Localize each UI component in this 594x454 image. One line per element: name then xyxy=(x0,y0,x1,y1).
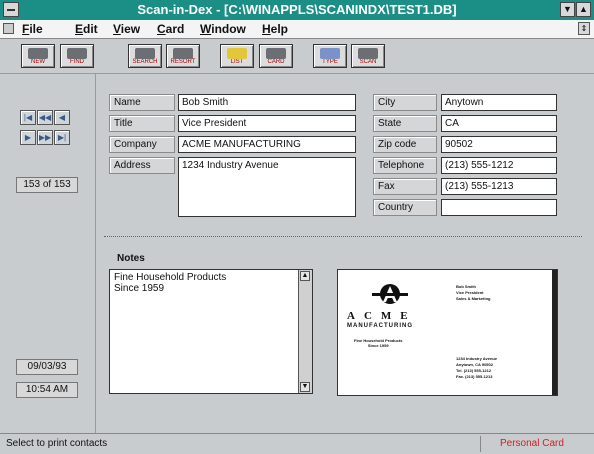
scanner-icon xyxy=(358,48,378,59)
previous-page-button[interactable]: ◀◀ xyxy=(37,110,53,125)
menu-help[interactable]: Help xyxy=(262,22,288,36)
first-record-button[interactable]: |◀ xyxy=(20,110,36,125)
next-page-button[interactable]: ▶▶ xyxy=(37,130,53,145)
next-record-button[interactable]: ▶ xyxy=(20,130,36,145)
search-icon xyxy=(135,48,155,59)
address-field[interactable]: 1234 Industry Avenue xyxy=(178,157,356,217)
window-title: Scan-in-Dex - [C:\WINAPPLS\SCANINDX\TEST… xyxy=(137,2,457,17)
state-label: State xyxy=(373,115,437,132)
fax-field[interactable]: (213) 555-1213 xyxy=(441,178,557,195)
scroll-down-button[interactable]: ▼ xyxy=(300,382,310,392)
fax-label: Fax xyxy=(373,178,437,195)
name-field[interactable]: Bob Smith xyxy=(178,94,356,111)
menu-edit[interactable]: Edit xyxy=(75,22,98,36)
new-card-icon xyxy=(28,48,48,59)
navigation-panel: |◀ ◀◀ ◀ ▶ ▶▶ ▶| 153 of 153 09/03/93 10:5… xyxy=(0,73,96,433)
title-field[interactable]: Vice President xyxy=(178,115,356,132)
card-brand: ACME xyxy=(347,310,417,322)
notes-textarea[interactable]: Fine Household Products Since 1959 ▲ ▼ xyxy=(109,269,313,394)
list-icon xyxy=(227,48,247,59)
maximize-button[interactable]: ▲ xyxy=(576,2,591,17)
scan-button[interactable]: SCAN xyxy=(351,44,385,68)
zip-field[interactable]: 90502 xyxy=(441,136,557,153)
card-view-button[interactable]: CARD xyxy=(259,44,293,68)
status-divider xyxy=(480,436,481,452)
status-bar: Select to print contacts Personal Card xyxy=(0,433,594,454)
notes-title: Notes xyxy=(117,253,145,264)
city-label: City xyxy=(373,94,437,111)
zip-label: Zip code xyxy=(373,136,437,153)
previous-record-button[interactable]: ◀ xyxy=(54,110,70,125)
type-button[interactable]: TYPE xyxy=(313,44,347,68)
notes-line: Since 1959 xyxy=(114,283,165,294)
card-person: Bob Smith Vice President Sales & Marketi… xyxy=(456,284,491,301)
current-date: 09/03/93 xyxy=(16,359,78,375)
telephone-label: Telephone xyxy=(373,157,437,174)
card-address: 1234 Industry Avenue Anytown, CA 90502 T… xyxy=(456,356,498,379)
status-message: Select to print contacts xyxy=(6,438,108,449)
city-field[interactable]: Anytown xyxy=(441,94,557,111)
country-label: Country xyxy=(373,199,437,216)
toolbar: NEW FIND SEARCH RESORT LIST CARD TYPE SC… xyxy=(0,39,594,74)
document-menu-icon[interactable] xyxy=(3,23,14,34)
card-edge xyxy=(552,270,557,395)
scanned-card-image: ACME MANUFACTURING Fine Household Produc… xyxy=(337,269,558,396)
state-field[interactable]: CA xyxy=(441,115,557,132)
country-field[interactable] xyxy=(441,199,557,216)
main-area: |◀ ◀◀ ◀ ▶ ▶▶ ▶| 153 of 153 09/03/93 10:5… xyxy=(0,73,594,433)
notes-line: Fine Household Products xyxy=(114,272,227,283)
acme-logo-icon xyxy=(372,284,408,304)
keyboard-icon xyxy=(320,48,340,59)
list-view-button[interactable]: LIST xyxy=(220,44,254,68)
menu-bar: File Edit View Card Window Help ⇕ xyxy=(0,20,594,39)
card-tagline: Fine Household Products Since 1959 xyxy=(354,338,403,348)
last-record-button[interactable]: ▶| xyxy=(54,130,70,145)
minimize-button[interactable]: ▼ xyxy=(560,2,575,17)
find-icon xyxy=(67,48,87,59)
company-label: Company xyxy=(109,136,175,153)
restore-document-button[interactable]: ⇕ xyxy=(578,22,590,35)
find-button[interactable]: FIND xyxy=(60,44,94,68)
address-label: Address xyxy=(109,157,175,174)
company-field[interactable]: ACME MANUFACTURING xyxy=(178,136,356,153)
scroll-up-button[interactable]: ▲ xyxy=(300,271,310,281)
menu-card[interactable]: Card xyxy=(157,22,184,36)
menu-window[interactable]: Window xyxy=(200,22,246,36)
card-icon xyxy=(266,48,286,59)
new-card-button[interactable]: NEW xyxy=(21,44,55,68)
search-button[interactable]: SEARCH xyxy=(128,44,162,68)
current-time: 10:54 AM xyxy=(16,382,78,398)
app-window: Scan-in-Dex - [C:\WINAPPLS\SCANINDX\TEST… xyxy=(0,0,594,454)
telephone-field[interactable]: (213) 555-1212 xyxy=(441,157,557,174)
status-card-type: Personal Card xyxy=(500,438,564,449)
record-counter: 153 of 153 xyxy=(16,177,78,193)
name-label: Name xyxy=(109,94,175,111)
notes-scrollbar[interactable]: ▲ ▼ xyxy=(298,270,312,393)
section-divider xyxy=(104,236,582,237)
title-bar[interactable]: Scan-in-Dex - [C:\WINAPPLS\SCANINDX\TEST… xyxy=(0,0,594,20)
menu-view[interactable]: View xyxy=(113,22,140,36)
resort-icon xyxy=(173,48,193,59)
resort-button[interactable]: RESORT xyxy=(166,44,200,68)
card-subbrand: MANUFACTURING xyxy=(347,323,413,329)
menu-file[interactable]: File xyxy=(22,22,43,36)
title-label: Title xyxy=(109,115,175,132)
